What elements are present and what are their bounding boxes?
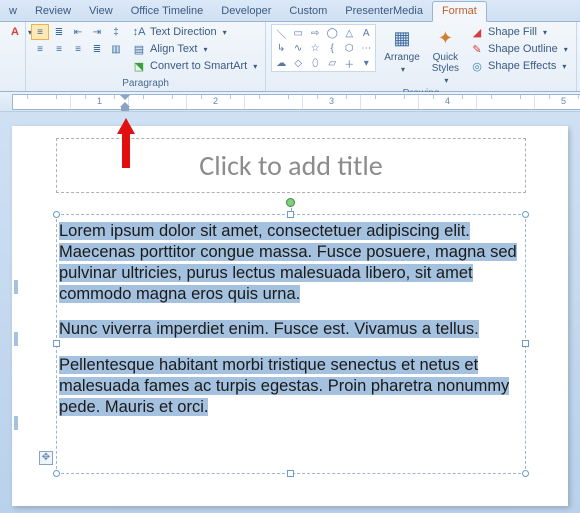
- resize-handle[interactable]: [287, 470, 294, 477]
- effects-icon: ◎: [470, 59, 484, 73]
- shape-oval-icon[interactable]: ◯: [324, 26, 340, 40]
- shape-rect-icon[interactable]: ▭: [290, 26, 306, 40]
- shape-tri-icon[interactable]: △: [341, 26, 357, 40]
- text-direction-button[interactable]: ↕AText Direction▾: [129, 24, 260, 40]
- shape-cyl-icon[interactable]: ⬯: [307, 56, 323, 70]
- shape-plus-icon[interactable]: ＋: [341, 56, 357, 70]
- shape-outline-button[interactable]: ✎Shape Outline▾: [467, 41, 571, 57]
- move-handle[interactable]: ✥: [39, 451, 53, 465]
- shape-doc-icon[interactable]: ▱: [324, 56, 340, 70]
- shape-curve-icon[interactable]: ∿: [290, 41, 306, 55]
- shapes-gallery[interactable]: ＼ ▭ ⇨ ◯ △ A ↳ ∿ ☆ { ⬡ ⋯ ☁ ◇ ⬯ ▱ ＋ ▾: [271, 24, 376, 72]
- justify-button[interactable]: ≣: [88, 41, 106, 57]
- list-buttons-row1: ≡ ≣ ⇤ ⇥ ‡: [31, 24, 125, 40]
- shape-line-icon[interactable]: ＼: [273, 26, 289, 40]
- title-placeholder[interactable]: Click to add title: [56, 138, 526, 193]
- quick-styles-button[interactable]: ✦ Quick Styles▾: [428, 24, 463, 87]
- resize-handle[interactable]: [287, 211, 294, 218]
- slide[interactable]: Click to add title ✥ Lorem ipsum dolor s…: [12, 126, 568, 506]
- body-paragraph[interactable]: Nunc viverra imperdiet enim. Fusce est. …: [59, 319, 523, 340]
- body-paragraph[interactable]: Lorem ipsum dolor sit amet, consectetuer…: [59, 221, 523, 305]
- resize-handle[interactable]: [53, 470, 60, 477]
- group-paragraph-title: Paragraph: [31, 77, 260, 90]
- bucket-icon: ◢: [470, 25, 484, 39]
- ruler-area: 1 2 3 4 5 6 7 8 9: [0, 92, 580, 112]
- shape-hex-icon[interactable]: ⬡: [341, 41, 357, 55]
- tab-w[interactable]: w: [0, 2, 26, 21]
- selection-bar: [14, 332, 18, 346]
- bullets-button[interactable]: ≡: [31, 24, 49, 40]
- slide-workspace: Click to add title ✥ Lorem ipsum dolor s…: [0, 112, 580, 513]
- tab-developer[interactable]: Developer: [212, 2, 280, 21]
- align-text-button[interactable]: ▤Align Text▾: [129, 41, 260, 57]
- columns-button[interactable]: ▥: [107, 41, 125, 57]
- shape-star-icon[interactable]: ☆: [307, 41, 323, 55]
- shape-more-icon[interactable]: ⋯: [358, 41, 374, 55]
- ribbon: A▾ ≡ ≣ ⇤ ⇥ ‡ ≡ ≡ ≡ ≣ ▥: [0, 22, 580, 92]
- shape-diamond-icon[interactable]: ◇: [290, 56, 306, 70]
- shape-callout-icon[interactable]: ☁: [273, 56, 289, 70]
- shape-fill-button[interactable]: ◢Shape Fill▾: [467, 24, 571, 40]
- smartart-icon: ⬔: [132, 59, 146, 73]
- shape-textbox-icon[interactable]: A: [358, 26, 374, 40]
- resize-handle[interactable]: [522, 470, 529, 477]
- align-text-icon: ▤: [132, 42, 146, 56]
- align-left-button[interactable]: ≡: [31, 41, 49, 57]
- shape-expand-icon[interactable]: ▾: [358, 56, 374, 70]
- decrease-indent-button[interactable]: ⇤: [69, 24, 87, 40]
- pen-icon: ✎: [470, 42, 484, 56]
- numbering-button[interactable]: ≣: [50, 24, 68, 40]
- tab-presentermedia[interactable]: PresenterMedia: [336, 2, 432, 21]
- selection-bar: [14, 416, 18, 430]
- horizontal-ruler[interactable]: 1 2 3 4 5 6 7 8 9: [12, 94, 580, 110]
- arrange-icon: ▦: [390, 26, 414, 50]
- ribbon-tabs: w Review View Office Timeline Developer …: [0, 0, 580, 22]
- text-direction-icon: ↕A: [132, 25, 146, 39]
- selection-bar: [14, 280, 18, 294]
- quick-styles-icon: ✦: [433, 26, 457, 50]
- resize-handle[interactable]: [522, 211, 529, 218]
- tab-custom[interactable]: Custom: [280, 2, 336, 21]
- align-buttons-row2: ≡ ≡ ≡ ≣ ▥: [31, 41, 125, 57]
- body-paragraph[interactable]: Pellentesque habitant morbi tristique se…: [59, 355, 523, 418]
- tab-office-timeline[interactable]: Office Timeline: [122, 2, 213, 21]
- align-right-button[interactable]: ≡: [69, 41, 87, 57]
- group-paragraph: ≡ ≣ ⇤ ⇥ ‡ ≡ ≡ ≡ ≣ ▥ ↕AText Direction▾ ▤A…: [26, 22, 266, 91]
- arrange-button[interactable]: ▦ Arrange▾: [380, 24, 424, 76]
- content-placeholder[interactable]: ✥ Lorem ipsum dolor sit amet, consectetu…: [56, 214, 526, 474]
- increase-indent-button[interactable]: ⇥: [88, 24, 106, 40]
- align-center-button[interactable]: ≡: [50, 41, 68, 57]
- convert-smartart-button[interactable]: ⬔Convert to SmartArt▾: [129, 58, 260, 74]
- group-drawing: ＼ ▭ ⇨ ◯ △ A ↳ ∿ ☆ { ⬡ ⋯ ☁ ◇ ⬯ ▱ ＋ ▾ ▦: [266, 22, 577, 91]
- tab-review[interactable]: Review: [26, 2, 80, 21]
- shape-brace-icon[interactable]: {: [324, 41, 340, 55]
- shape-elbow-icon[interactable]: ↳: [273, 41, 289, 55]
- tab-format[interactable]: Format: [432, 1, 487, 22]
- group-font-title: [5, 77, 20, 90]
- indent-marker[interactable]: [120, 95, 130, 111]
- resize-handle[interactable]: [522, 340, 529, 347]
- line-spacing-button[interactable]: ‡: [107, 24, 125, 40]
- shape-effects-button[interactable]: ◎Shape Effects▾: [467, 58, 571, 74]
- rotation-handle[interactable]: [286, 198, 295, 207]
- resize-handle[interactable]: [53, 340, 60, 347]
- resize-handle[interactable]: [53, 211, 60, 218]
- tab-view[interactable]: View: [80, 2, 122, 21]
- shape-arrow-icon[interactable]: ⇨: [307, 26, 323, 40]
- group-font-truncated: A▾: [0, 22, 26, 91]
